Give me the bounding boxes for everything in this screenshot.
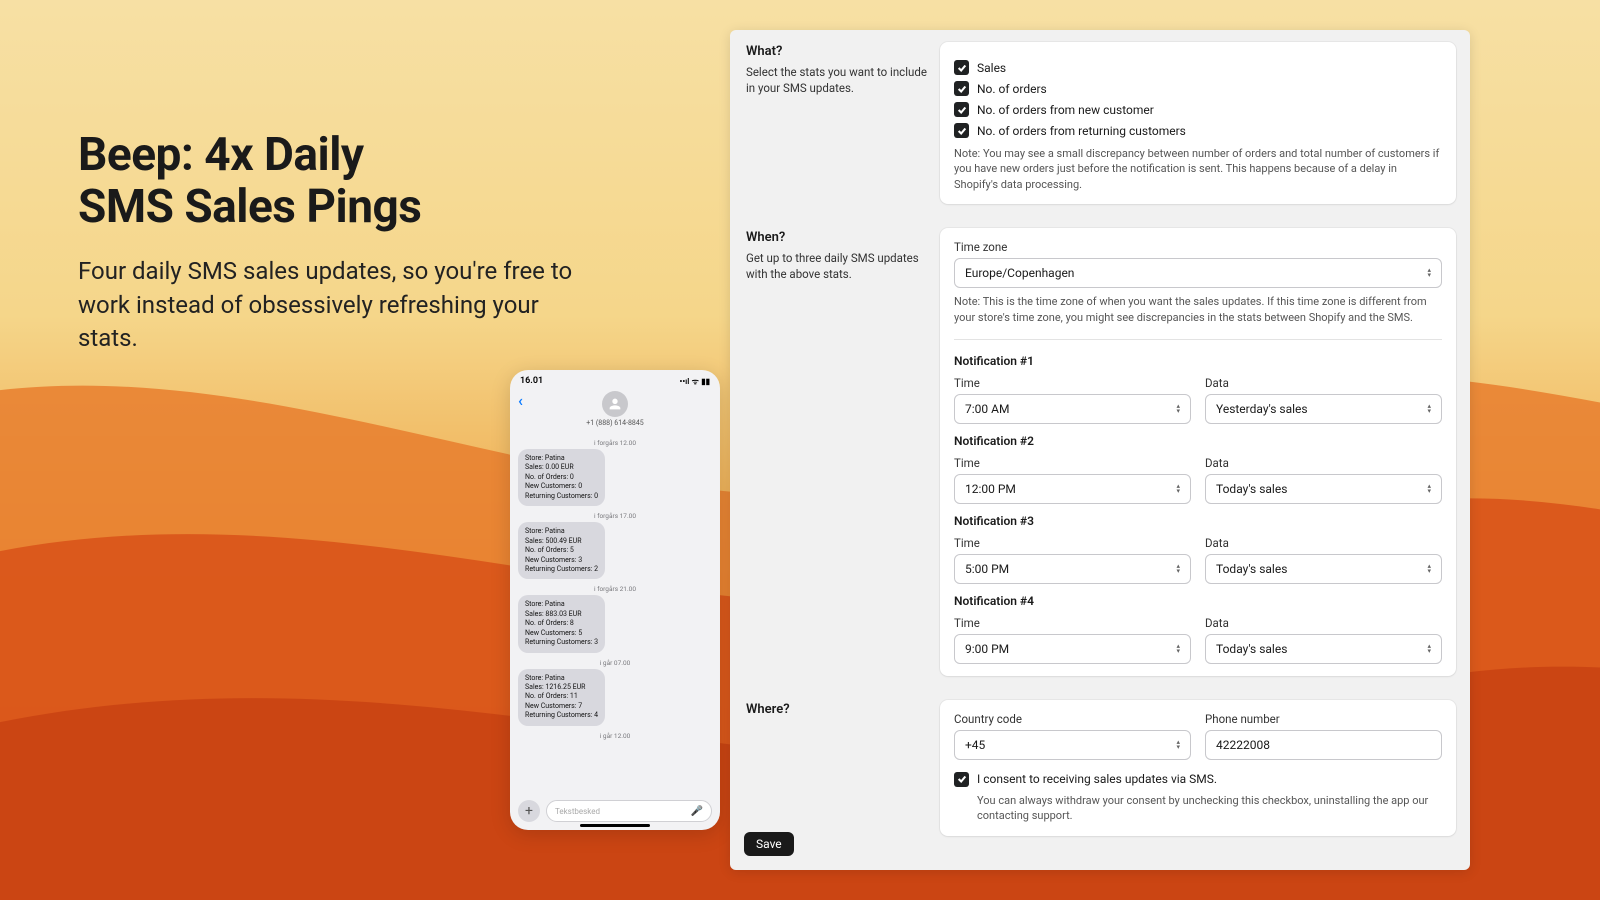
notification-block-3: Notification #3 Time 5:00 PM▴▾ Data Today's … [954,514,1442,584]
message-bubble: Store: PatinaSales: 0.00 EURNo. of Order… [518,449,605,506]
settings-panel: What? Select the stats you want to inclu… [730,30,1470,870]
notification-heading: Notification #4 [954,594,1442,608]
when-desc: Get up to three daily SMS updates with t… [746,251,928,282]
data-select-2[interactable]: Today's sales▴▾ [1205,474,1442,504]
back-icon[interactable]: ‹ [518,391,523,410]
notification-block-1: Notification #1 Time 7:00 AM▴▾ Data Yesterda… [954,354,1442,424]
message-input[interactable]: Tekstbesked 🎤 [546,800,712,822]
message-bubble: Store: PatinaSales: 883.03 EURNo. of Ord… [518,595,605,652]
time-label: Time [954,536,1191,550]
section-what: What? Select the stats you want to inclu… [730,30,1470,216]
message-timestamp: i forgårs 12.00 [518,439,712,447]
phone-label: Phone number [1205,712,1442,726]
data-label: Data [1205,376,1442,390]
home-indicator [580,824,650,827]
data-select-1[interactable]: Yesterday's sales▴▾ [1205,394,1442,424]
message-timestamp: i forgårs 17.00 [518,512,712,520]
message-placeholder: Tekstbesked [555,807,600,816]
stat-option-3[interactable]: No. of orders from returning customers [954,123,1442,138]
message-timestamp: i forgårs 21.00 [518,585,712,593]
mic-icon[interactable]: 🎤 [691,806,703,817]
time-select-3[interactable]: 5:00 PM▴▾ [954,554,1191,584]
notification-block-2: Notification #2 Time 12:00 PM▴▾ Data Today's… [954,434,1442,504]
consent-sub: You can always withdraw your consent by … [977,793,1442,824]
section-where: Where? Country code +45▴▾ Phone number 4222… [730,688,1470,848]
phone-input[interactable]: 42222008 [1205,730,1442,760]
phone-chat-header: ‹ +1 (888) 614-8845 [510,389,720,431]
consent-label: I consent to receiving sales updates via… [977,772,1217,786]
time-label: Time [954,376,1191,390]
data-label: Data [1205,456,1442,470]
time-label: Time [954,616,1191,630]
phone-input-bar: + Tekstbesked 🎤 [518,800,712,822]
message-timestamp: i går 07.00 [518,659,712,667]
stat-option-2[interactable]: No. of orders from new customer [954,102,1442,117]
tz-label: Time zone [954,240,1442,254]
data-label: Data [1205,536,1442,550]
phone-status-bar: 16.01 ••ıl ᯤ ▮▮ [510,370,720,389]
stat-label: No. of orders from returning customers [977,124,1186,138]
stat-label: No. of orders [977,82,1047,96]
what-title: What? [746,44,928,59]
where-title: Where? [746,702,928,717]
phone-clock: 16.01 [520,376,543,387]
stat-option-1[interactable]: No. of orders [954,81,1442,96]
notification-heading: Notification #1 [954,354,1442,368]
tz-note: Note: This is the time zone of when you … [954,294,1442,325]
hero-subtitle: Four daily SMS sales updates, so you're … [78,255,578,356]
page-background: Beep: 4x Daily SMS Sales Pings Four dail… [0,0,1600,900]
checkbox-icon[interactable] [954,60,969,75]
notification-heading: Notification #3 [954,514,1442,528]
checkbox-icon[interactable] [954,123,969,138]
hero: Beep: 4x Daily SMS Sales Pings Four dail… [78,130,578,356]
section-when: When? Get up to three daily SMS updates … [730,216,1470,688]
time-select-4[interactable]: 9:00 PM▴▾ [954,634,1191,664]
consent-row[interactable]: I consent to receiving sales updates via… [954,772,1442,787]
notification-block-4: Notification #4 Time 9:00 PM▴▾ Data Today's … [954,594,1442,664]
notification-heading: Notification #2 [954,434,1442,448]
message-timestamp: i går 12.00 [518,732,712,740]
what-desc: Select the stats you want to include in … [746,65,928,96]
data-select-4[interactable]: Today's sales▴▾ [1205,634,1442,664]
checkbox-icon[interactable] [954,81,969,96]
data-label: Data [1205,616,1442,630]
message-bubble: Store: PatinaSales: 500.49 EURNo. of Ord… [518,522,605,579]
message-thread: i forgårs 12.00 Store: PatinaSales: 0.00 … [510,431,720,791]
phone-mockup: 16.01 ••ıl ᯤ ▮▮ ‹ +1 (888) 614-8845 i fo… [510,370,720,830]
cc-label: Country code [954,712,1191,726]
data-select-3[interactable]: Today's sales▴▾ [1205,554,1442,584]
what-note: Note: You may see a small discrepancy be… [954,146,1442,192]
country-code-select[interactable]: +45▴▾ [954,730,1191,760]
stat-label: No. of orders from new customer [977,103,1154,117]
tz-select[interactable]: Europe/Copenhagen▴▾ [954,258,1442,288]
time-select-1[interactable]: 7:00 AM▴▾ [954,394,1191,424]
stat-label: Sales [977,61,1006,75]
contact-avatar[interactable] [602,391,628,417]
phone-status-icons: ••ıl ᯤ ▮▮ [679,376,710,387]
save-button[interactable]: Save [744,832,794,856]
stat-option-0[interactable]: Sales [954,60,1442,75]
plus-icon[interactable]: + [518,800,540,822]
checkbox-icon[interactable] [954,102,969,117]
contact-number: +1 (888) 614-8845 [510,419,720,427]
time-label: Time [954,456,1191,470]
hero-title: Beep: 4x Daily SMS Sales Pings [78,130,578,233]
when-title: When? [746,230,928,245]
message-bubble: Store: PatinaSales: 1216.25 EURNo. of Or… [518,669,605,726]
time-select-2[interactable]: 12:00 PM▴▾ [954,474,1191,504]
checkbox-icon[interactable] [954,772,969,787]
